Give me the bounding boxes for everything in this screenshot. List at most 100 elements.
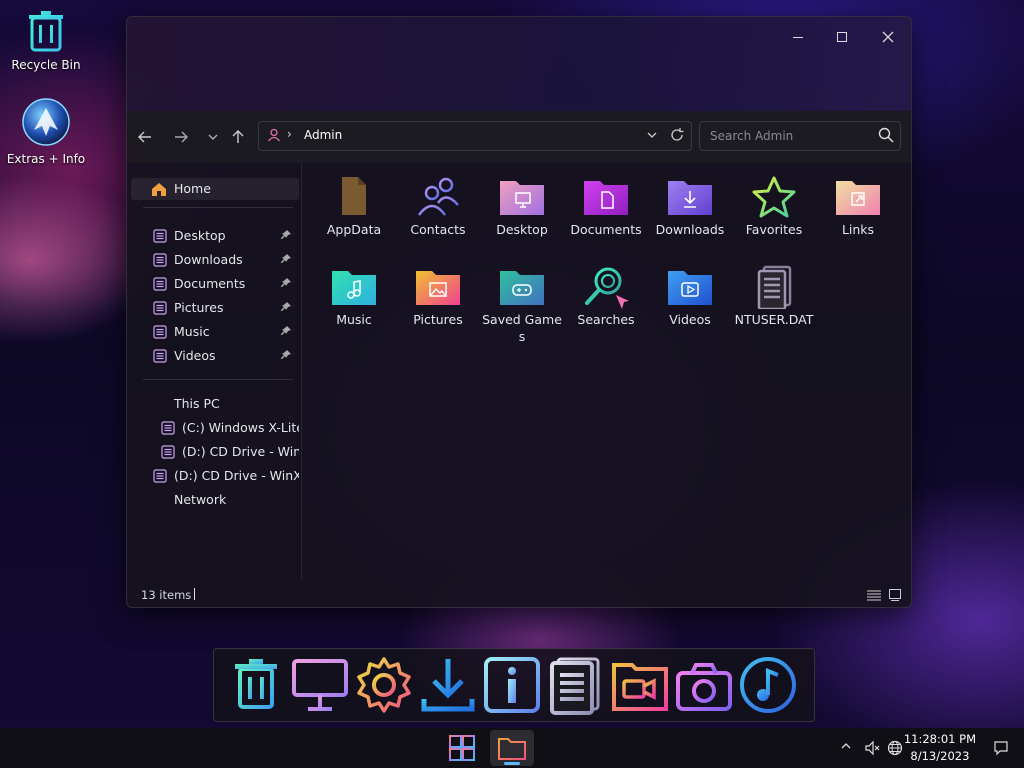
up-button[interactable] <box>226 125 250 149</box>
sidebar-item-desktop[interactable]: Desktop <box>127 225 299 247</box>
minimize-button[interactable] <box>775 23 821 51</box>
sidebar-item-downloads[interactable]: Downloads <box>127 249 299 271</box>
sidebar-item-drive-c[interactable]: (C:) Windows X-Lite <box>127 417 299 439</box>
start-button[interactable] <box>440 730 484 766</box>
item-label: Documents <box>570 222 642 237</box>
clock-time: 11:28:01 PM <box>903 732 976 746</box>
arrow-up-icon <box>232 130 244 143</box>
recent-locations-button[interactable] <box>201 125 225 149</box>
document-icon[interactable] <box>546 655 606 715</box>
sidebar-item-documents[interactable]: Documents <box>127 273 299 295</box>
document-list-icon <box>153 229 167 243</box>
item-pictures[interactable]: Pictures <box>398 265 478 328</box>
pin-icon[interactable] <box>281 326 291 336</box>
sidebar-item-pictures[interactable]: Pictures <box>127 297 299 319</box>
pictures-folder-icon <box>416 271 460 305</box>
item-label: Downloads <box>655 222 725 237</box>
saved-games-folder-icon <box>500 271 544 305</box>
item-videos[interactable]: Videos <box>650 265 730 328</box>
back-button[interactable] <box>133 125 157 149</box>
downloads-folder-icon <box>668 181 712 215</box>
volume-muted-icon[interactable] <box>864 740 880 756</box>
item-count: 13 items <box>141 588 192 602</box>
item-searches[interactable]: Searches <box>566 265 646 328</box>
windows-logo-icon <box>449 735 475 761</box>
item-music[interactable]: Music <box>314 265 394 328</box>
sidebar-item-drive-d[interactable]: (D:) CD Drive - WinX <box>127 441 299 463</box>
minimize-icon <box>793 37 803 38</box>
desktop-icon-extras-info[interactable]: Extras + Info <box>0 96 94 166</box>
sidebar-item-label: (D:) CD Drive - WinXL <box>174 468 299 483</box>
drive-icon <box>161 421 175 435</box>
desktop-folder-icon <box>500 181 544 215</box>
item-desktop[interactable]: Desktop <box>482 175 562 238</box>
chevron-down-icon[interactable] <box>645 128 659 142</box>
item-appdata[interactable]: AppData <box>314 175 394 238</box>
item-label: Contacts <box>410 222 466 237</box>
monitor-icon[interactable] <box>290 655 350 715</box>
desktop-icon-recycle-bin[interactable]: Recycle Bin <box>0 10 94 72</box>
item-downloads[interactable]: Downloads <box>650 175 730 238</box>
maximize-button[interactable] <box>819 23 865 51</box>
items-view: AppData Contacts Desktop Documents Downl… <box>303 163 909 579</box>
pin-icon[interactable] <box>281 278 291 288</box>
refresh-icon[interactable] <box>669 127 685 143</box>
sidebar-item-music[interactable]: Music <box>127 321 299 343</box>
item-favorites[interactable]: Favorites <box>734 175 814 238</box>
item-contacts[interactable]: Contacts <box>398 175 478 238</box>
links-folder-icon <box>836 181 880 215</box>
taskbar-file-explorer-button[interactable] <box>490 730 534 766</box>
contacts-icon <box>417 177 459 216</box>
sidebar-item-label: Desktop <box>174 228 226 243</box>
address-bar[interactable]: › Admin <box>258 121 692 151</box>
extras-info-icon <box>22 98 70 146</box>
globe-network-icon[interactable] <box>887 740 903 756</box>
cd-drive-icon <box>153 469 167 483</box>
item-links[interactable]: Links <box>818 175 898 238</box>
info-icon[interactable] <box>482 655 542 715</box>
document-list-icon <box>153 253 167 267</box>
camera-icon[interactable] <box>674 655 734 715</box>
item-ntuser-dat[interactable]: NTUSER.DAT <box>734 265 814 328</box>
breadcrumb-admin[interactable]: Admin <box>304 128 342 142</box>
item-saved-games[interactable]: Saved Games <box>482 265 562 345</box>
search-icon <box>878 127 894 143</box>
sidebar-item-drive-d-root[interactable]: (D:) CD Drive - WinXL <box>127 465 299 487</box>
navigation-pane: Home Desktop Downloads Documents Picture… <box>127 163 302 579</box>
recycle-bin-icon[interactable] <box>226 655 286 715</box>
taskbar: 11:28:01 PM 8/13/2023 <box>0 728 1024 768</box>
notification-icon[interactable] <box>993 740 1009 756</box>
recycle-bin-icon <box>29 11 63 52</box>
sidebar-divider <box>143 207 293 208</box>
download-icon[interactable] <box>418 655 478 715</box>
sidebar-item-home[interactable]: Home <box>131 178 299 200</box>
chevron-up-icon[interactable] <box>840 740 852 752</box>
pin-icon[interactable] <box>281 302 291 312</box>
search-input[interactable] <box>708 126 872 146</box>
breadcrumb-separator: › <box>287 127 292 141</box>
sidebar-item-videos[interactable]: Videos <box>127 345 299 367</box>
forward-button[interactable] <box>169 125 193 149</box>
search-box[interactable] <box>699 121 901 151</box>
details-view-icon[interactable] <box>867 589 881 601</box>
desktop-icon-label: Extras + Info <box>6 152 86 166</box>
system-clock[interactable]: 11:28:01 PM 8/13/2023 <box>904 731 976 765</box>
sidebar-item-label: (C:) Windows X-Lite <box>182 420 299 435</box>
pin-icon[interactable] <box>281 230 291 240</box>
home-icon <box>152 183 166 196</box>
sidebar-item-network[interactable]: Network <box>127 489 299 511</box>
large-icons-view-icon[interactable] <box>889 589 901 601</box>
title-bar <box>127 17 911 111</box>
gear-icon[interactable] <box>354 655 414 715</box>
sidebar-item-this-pc[interactable]: This PC <box>127 393 299 415</box>
appdata-folder-icon <box>342 177 366 215</box>
video-camera-icon[interactable] <box>610 655 670 715</box>
pin-icon[interactable] <box>281 350 291 360</box>
pin-icon[interactable] <box>281 254 291 264</box>
close-button[interactable] <box>865 23 911 51</box>
sidebar-item-label: Home <box>174 181 211 196</box>
document-list-icon <box>153 325 167 339</box>
clock-date: 8/13/2023 <box>910 749 970 763</box>
music-note-icon[interactable] <box>738 655 798 715</box>
item-documents[interactable]: Documents <box>566 175 646 238</box>
